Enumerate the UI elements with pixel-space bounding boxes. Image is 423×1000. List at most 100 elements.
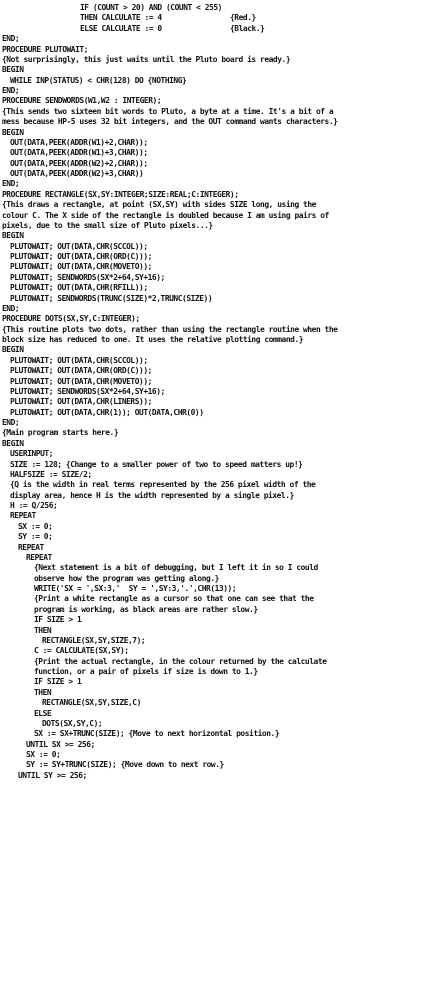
code-line: PROCEDURE RECTANGLE(SX,SY:INTEGER;SIZE:R…: [0, 190, 423, 200]
code-line: {Q is the width in real terms represente…: [0, 480, 423, 490]
code-line: WRITE('SX = ',SX:3,' SY = ',SY:3,'.',CHR…: [0, 584, 423, 594]
code-text: pixels, due to the small size of Pluto p…: [2, 220, 213, 230]
code-line: SX := SX+TRUNC(SIZE); {Move to next hori…: [0, 729, 423, 739]
code-text: PLUTOWAIT; OUT(DATA,CHR(1)); OUT(DATA,CH…: [10, 407, 204, 417]
code-text: PROCEDURE PLUTOWAIT;: [2, 44, 89, 54]
code-text: THEN CALCULATE := 4: [80, 13, 162, 23]
code-text: OUT(DATA,PEEK(ADDR(W2)+2,CHAR));: [10, 158, 148, 168]
code-line: END;: [0, 34, 423, 44]
code-line: DOTS(SX,SY,C);: [0, 719, 423, 729]
code-text: block size has reduced to one. It uses t…: [2, 335, 304, 344]
code-line: PLUTOWAIT; OUT(DATA,CHR(SCCOL));: [0, 242, 423, 252]
code-text: {Main program starts here.}: [2, 428, 119, 438]
code-line: C := CALCULATE(SX,SY);: [0, 646, 423, 656]
code-text: END;: [2, 179, 20, 189]
code-text: SY := 0;: [18, 532, 53, 542]
code-text: display area, hence H is the width repre…: [10, 490, 294, 500]
code-line: PLUTOWAIT; OUT(DATA,CHR(ORD(C)));: [0, 252, 423, 262]
code-text: {Not surprisingly, this just waits until…: [2, 54, 291, 64]
code-line: PLUTOWAIT; OUT(DATA,CHR(MOVETO));: [0, 262, 423, 272]
code-line: H := Q/256;: [0, 501, 423, 511]
code-text: BEGIN: [2, 231, 24, 241]
code-line: OUT(DATA,PEEK(ADDR(W2)+2,CHAR));: [0, 159, 423, 169]
code-text: SIZE := 128; {Change to a smaller power …: [10, 459, 303, 469]
code-text: PLUTOWAIT; OUT(DATA,CHR(ORD(C)));: [10, 366, 152, 376]
code-text: END;: [2, 418, 20, 427]
code-text: REPEAT: [26, 552, 52, 562]
code-line: block size has reduced to one. It uses t…: [0, 335, 423, 345]
code-text: ELSE CALCULATE := 0: [80, 23, 162, 33]
code-line: function, or a pair of pixels if size is…: [0, 667, 423, 677]
code-line: SX := 0;: [0, 522, 423, 532]
code-text: PLUTOWAIT; OUT(DATA,CHR(SCCOL));: [10, 355, 148, 365]
code-line: PLUTOWAIT; OUT(DATA,CHR(RFILL));: [0, 283, 423, 293]
code-text: BEGIN: [2, 438, 24, 448]
code-text: END;: [2, 86, 20, 95]
code-text: REPEAT: [18, 542, 44, 552]
code-text: USERINPUT;: [10, 449, 54, 459]
code-text: IF SIZE > 1: [34, 677, 82, 687]
code-line: observe how the program was getting alon…: [0, 574, 423, 584]
code-line: HALFSIZE := SIZE/2;: [0, 470, 423, 480]
code-text: colour C. The X side of the rectangle is…: [2, 210, 329, 220]
code-text: IF (COUNT > 20) AND (COUNT < 255): [80, 3, 222, 12]
code-text: PLUTOWAIT; OUT(DATA,CHR(LINERS));: [10, 397, 152, 407]
code-line: END;: [0, 86, 423, 96]
code-line: THEN CALCULATE := 4 {Red.}: [0, 13, 423, 23]
code-line: PLUTOWAIT; SENDWORDS(SX*2+64,SY+16);: [0, 387, 423, 397]
code-line: mess because HP-5 uses 32 bit integers, …: [0, 117, 423, 127]
code-text: PLUTOWAIT; SENDWORDS(SX*2+64,SY+16);: [10, 272, 165, 282]
code-text: {Print the actual rectangle, in the colo…: [34, 656, 327, 666]
code-line: pixels, due to the small size of Pluto p…: [0, 221, 423, 231]
code-line: PROCEDURE PLUTOWAIT;: [0, 45, 423, 55]
code-text: C := CALCULATE(SX,SY);: [34, 646, 129, 656]
code-text: SX := 0;: [26, 750, 61, 759]
code-text: {This draws a rectangle, at point (SX,SY…: [2, 200, 316, 210]
code-line: colour C. The X side of the rectangle is…: [0, 211, 423, 221]
code-text: WHILE INP(STATUS) < CHR(128) DO {NOTHING…: [10, 75, 187, 85]
code-text: UNTIL SX >= 256;: [26, 739, 95, 749]
code-text: PLUTOWAIT; SENDWORDS(TRUNC(SIZE)*2,TRUNC…: [10, 293, 213, 303]
code-line: {Next statement is a bit of debugging, b…: [0, 563, 423, 573]
code-text: END;: [2, 34, 20, 44]
code-line: PLUTOWAIT; OUT(DATA,CHR(MOVETO));: [0, 377, 423, 387]
code-line: OUT(DATA,PEEK(ADDR(W2)+3,CHAR)): [0, 169, 423, 179]
code-text: PLUTOWAIT; OUT(DATA,CHR(SCCOL));: [10, 241, 148, 251]
code-text: THEN: [34, 625, 52, 635]
code-line: SX := 0;: [0, 750, 423, 760]
code-line: ELSE: [0, 709, 423, 719]
code-line: IF SIZE > 1: [0, 615, 423, 625]
code-listing-page: IF (COUNT > 20) AND (COUNT < 255) THEN CA…: [0, 0, 423, 1000]
code-line: {This sends two sixteen bit words to Plu…: [0, 107, 423, 117]
code-line: RECTANGLE(SX,SY,SIZE,C): [0, 698, 423, 708]
code-line: REPEAT: [0, 511, 423, 521]
code-text: observe how the program was getting alon…: [34, 573, 219, 583]
code-text: REPEAT: [10, 511, 36, 521]
code-text: {This routine plots two dots, rather tha…: [2, 324, 338, 334]
code-text: PROCEDURE DOTS(SX,SY,C:INTEGER);: [2, 314, 140, 324]
code-line: BEGIN: [0, 231, 423, 241]
code-line: PLUTOWAIT; OUT(DATA,CHR(1)); OUT(DATA,CH…: [0, 408, 423, 418]
code-text: ELSE: [34, 708, 52, 718]
code-line: {This draws a rectangle, at point (SX,SY…: [0, 200, 423, 210]
code-text: WRITE('SX = ',SX:3,' SY = ',SY:3,'.',CHR…: [34, 584, 237, 593]
code-line: {Print the actual rectangle, in the colo…: [0, 657, 423, 667]
code-line: {Main program starts here.}: [0, 428, 423, 438]
code-line: USERINPUT;: [0, 449, 423, 459]
code-line: PROCEDURE DOTS(SX,SY,C:INTEGER);: [0, 314, 423, 324]
code-text: DOTS(SX,SY,C);: [42, 718, 103, 728]
code-line: BEGIN: [0, 345, 423, 355]
code-line: SY := 0;: [0, 532, 423, 542]
code-text: {Q is the width in real terms represente…: [10, 480, 316, 490]
code-comment: {Black.}: [230, 23, 265, 33]
code-line: {Not surprisingly, this just waits until…: [0, 55, 423, 65]
code-line: THEN: [0, 688, 423, 698]
code-text: OUT(DATA,PEEK(ADDR(W1)+3,CHAR));: [10, 148, 148, 158]
code-text: BEGIN: [2, 127, 24, 137]
code-line: SY := SY+TRUNC(SIZE); {Move down to next…: [0, 760, 423, 770]
code-line: UNTIL SX >= 256;: [0, 740, 423, 750]
code-text: PLUTOWAIT; OUT(DATA,CHR(MOVETO));: [10, 376, 152, 386]
code-line: PLUTOWAIT; OUT(DATA,CHR(LINERS));: [0, 397, 423, 407]
code-line: BEGIN: [0, 439, 423, 449]
code-text: END;: [2, 303, 20, 313]
